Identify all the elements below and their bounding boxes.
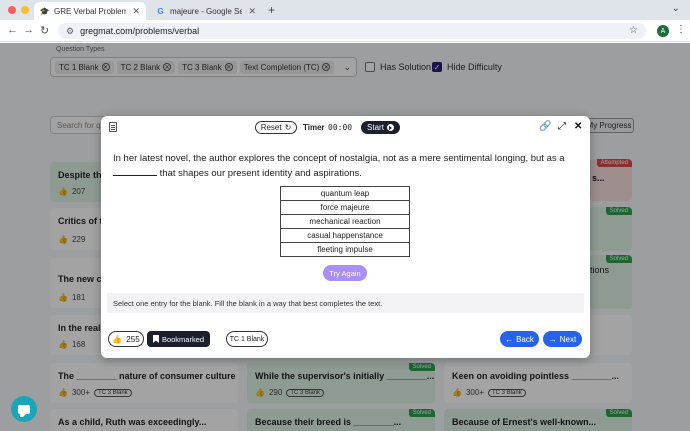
answer-option[interactable]: fleeting impulse (280, 242, 410, 257)
question-type-pill[interactable]: TC 1 Blank (226, 331, 268, 347)
browser-tab-bar: 🎓 GRE Verbal Problems - Gregm ✕ G majeur… (0, 0, 690, 20)
answer-blank (113, 167, 157, 176)
next-button[interactable]: → Next (543, 331, 582, 347)
thumbs-up-icon: 👍 (112, 334, 123, 344)
close-icon[interactable]: ✕ (574, 121, 582, 132)
arrow-left-icon: ← (505, 334, 514, 344)
answer-options: quantum leap force majeure mechanical re… (280, 186, 410, 257)
answer-option[interactable]: force majeure (280, 200, 410, 215)
back-label: Back (516, 334, 534, 344)
expand-icon[interactable]: ⤢ (558, 121, 566, 132)
modal-header: Reset ↻ Timer 00:00 Start 🔗 ⤢ ✕ (101, 116, 590, 140)
browser-tab-google[interactable]: G majeure - Google Search ✕ (150, 2, 262, 20)
start-button[interactable]: Start (361, 121, 400, 134)
close-window-button[interactable] (8, 6, 16, 14)
question-part-1: In her latest novel, the author explores… (113, 153, 565, 164)
browser-tab-gregmat[interactable]: 🎓 GRE Verbal Problems - Gregm ✕ (34, 2, 146, 20)
profile-avatar[interactable]: A (657, 25, 669, 37)
next-label: Next (559, 334, 577, 344)
question-modal: Reset ↻ Timer 00:00 Start 🔗 ⤢ ✕ In her l… (101, 116, 590, 358)
timer-value: 00:00 (328, 123, 353, 132)
instructions: Select one entry for the blank. Fill the… (107, 293, 584, 313)
browser-toolbar: ← → ↻ ⚙ gregmat.com/problems/verbal ☆ A … (0, 20, 690, 42)
like-count: 255 (126, 334, 140, 344)
close-tab-icon[interactable]: ✕ (132, 6, 140, 17)
google-icon: G (157, 6, 164, 16)
bookmark-button[interactable]: Bookmarked (147, 331, 210, 347)
like-button[interactable]: 👍 255 (108, 331, 144, 347)
chat-widget-button[interactable] (11, 396, 37, 422)
chat-bubble-icon (18, 404, 30, 417)
reload-icon[interactable]: ↻ (40, 24, 49, 37)
minimize-window-button[interactable] (21, 6, 29, 14)
play-icon (386, 124, 394, 131)
back-button[interactable]: ← Back (500, 331, 539, 347)
tab-search-chevron-icon[interactable]: ⌄ (672, 3, 680, 14)
reset-icon: ↻ (284, 123, 292, 132)
link-icon[interactable]: 🔗 (539, 121, 551, 132)
answer-option[interactable]: mechanical reaction (280, 214, 410, 229)
arrow-right-icon: → (548, 334, 557, 344)
tab-title: GRE Verbal Problems - Gregm (54, 6, 127, 16)
answer-option[interactable]: quantum leap (280, 186, 410, 201)
reset-label: Reset (260, 123, 282, 132)
bookmark-icon (152, 335, 159, 343)
answer-option[interactable]: casual happenstance (280, 228, 410, 243)
question-part-2: that shapes our present identity and asp… (159, 168, 362, 179)
question-text: In her latest novel, the author explores… (113, 151, 578, 181)
url-text: gregmat.com/problems/verbal (80, 26, 200, 36)
tab-title: majeure - Google Search (170, 6, 243, 16)
reset-button[interactable]: Reset ↻ (255, 121, 297, 134)
back-arrow-icon[interactable]: ← (7, 24, 18, 36)
address-bar[interactable]: ⚙ gregmat.com/problems/verbal ☆ (58, 23, 646, 39)
forward-arrow-icon[interactable]: → (23, 24, 34, 36)
try-again-button[interactable]: Try Again (323, 265, 367, 281)
browser-menu-icon[interactable]: ⋮ (676, 24, 686, 35)
start-label: Start (367, 123, 384, 132)
bookmark-star-icon[interactable]: ☆ (629, 25, 638, 36)
graduation-cap-icon: 🎓 (39, 6, 50, 16)
new-tab-icon[interactable]: + (268, 3, 275, 17)
close-tab-icon[interactable]: ✕ (248, 6, 256, 17)
bookmark-label: Bookmarked (161, 334, 205, 344)
timer-label: Timer (303, 123, 325, 132)
site-settings-icon[interactable]: ⚙ (66, 26, 74, 37)
notes-icon[interactable] (109, 122, 117, 132)
